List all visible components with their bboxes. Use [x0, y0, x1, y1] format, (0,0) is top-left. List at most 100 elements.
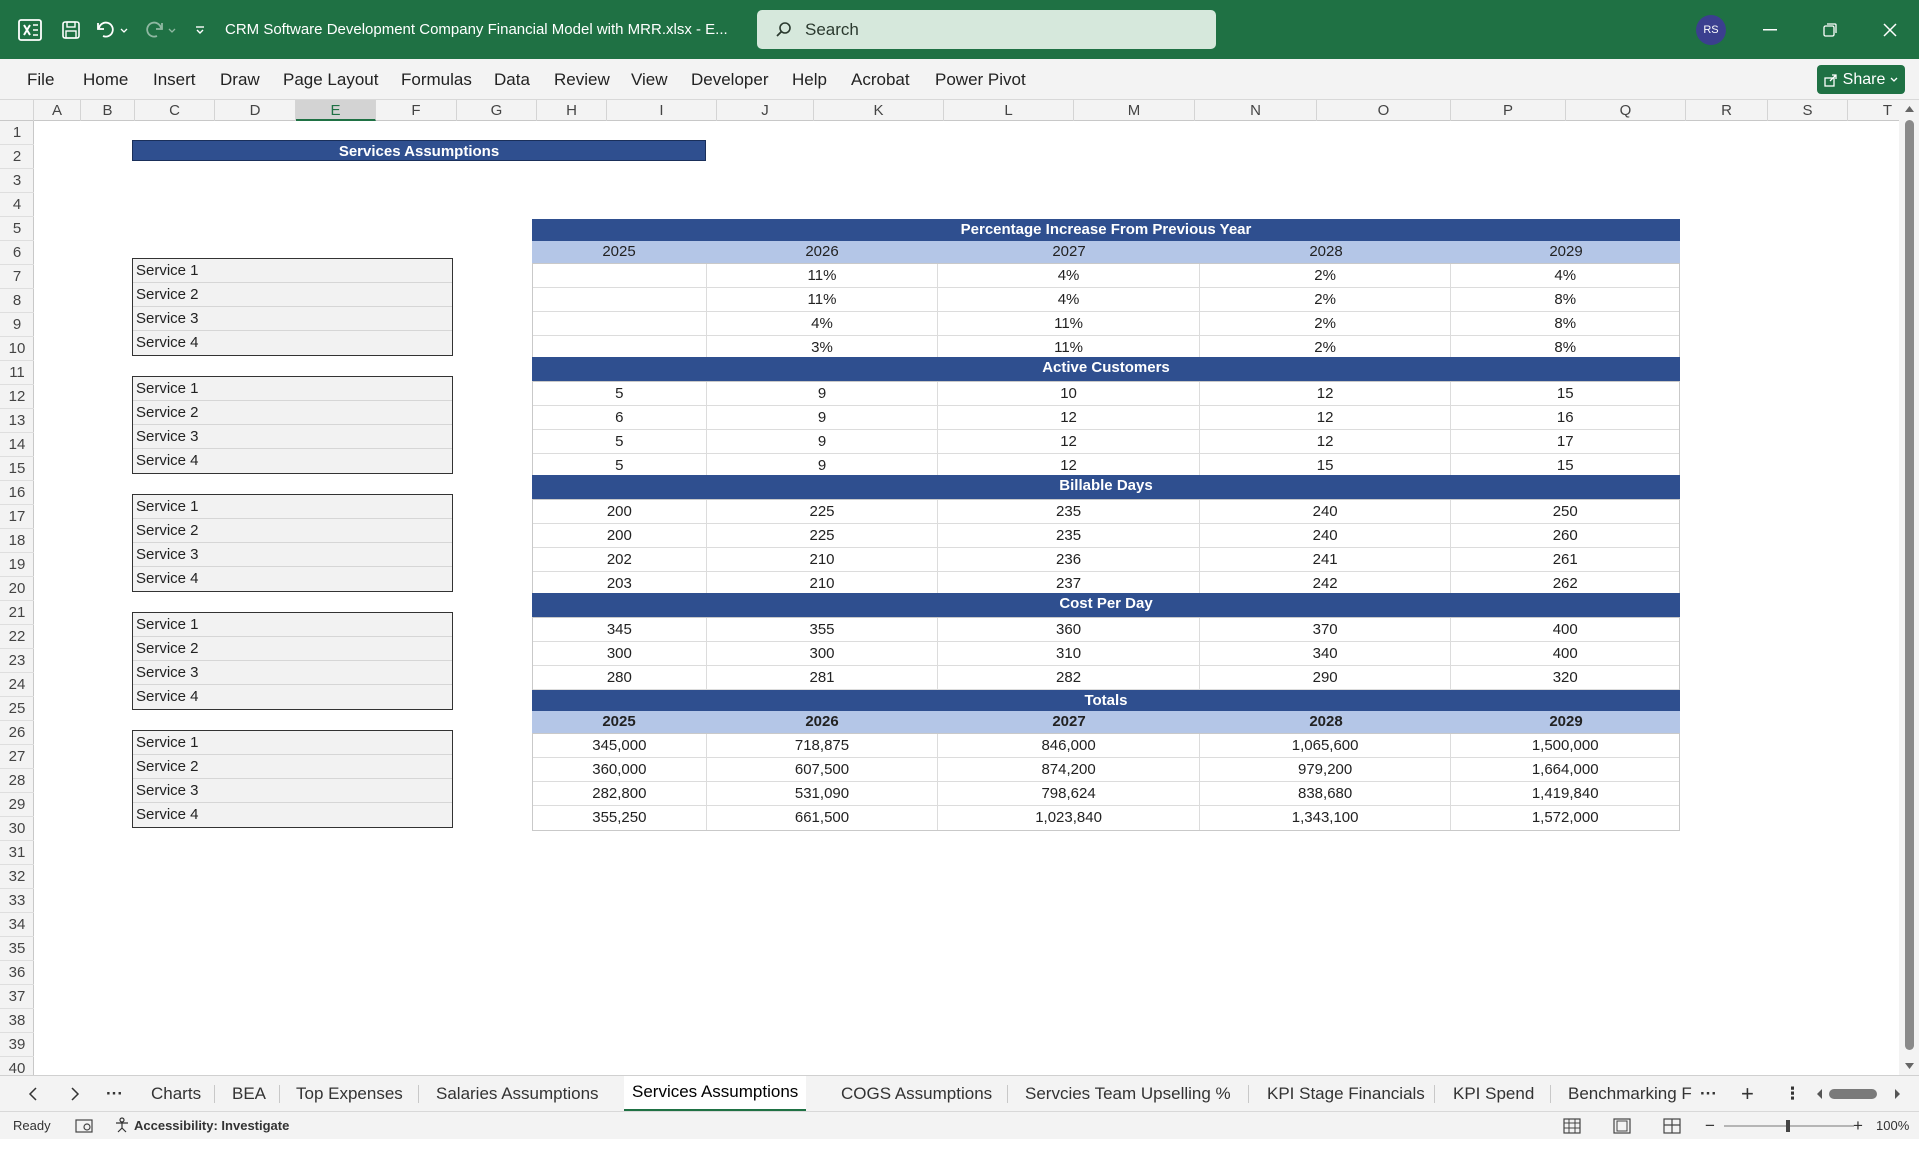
service-label-box[interactable]: Service 1 Service 2 Service 3 Service 4	[132, 730, 453, 828]
table-cell[interactable]: 17	[1451, 430, 1679, 453]
column-header[interactable]: J	[717, 100, 814, 121]
row-header[interactable]: 10	[0, 337, 34, 361]
table-cell[interactable]: 320	[1451, 666, 1679, 689]
service-label-box[interactable]: Service 1 Service 2 Service 3 Service 4	[132, 494, 453, 592]
table-cell[interactable]: 12	[1200, 382, 1452, 405]
avatar[interactable]: RS	[1696, 15, 1726, 45]
service-label[interactable]: Service 4	[133, 803, 452, 827]
table-cell[interactable]: 240	[1200, 500, 1452, 523]
row-header[interactable]: 7	[0, 265, 34, 289]
table-cell[interactable]: 11%	[707, 264, 939, 287]
more-tabs-icon[interactable]: ···	[1700, 1076, 1717, 1112]
table-cell[interactable]: 5	[533, 382, 707, 405]
table-cell[interactable]: 607,500	[707, 758, 939, 781]
row-header[interactable]: 1	[0, 121, 34, 145]
table-cell[interactable]: 345,000	[533, 734, 707, 757]
table-cell[interactable]: 280	[533, 666, 707, 689]
table-cell[interactable]: 235	[938, 500, 1200, 523]
next-sheet-icon[interactable]	[70, 1076, 80, 1112]
sheet-tab-bea[interactable]: BEA	[232, 1076, 266, 1112]
service-label[interactable]: Service 4	[133, 685, 452, 709]
service-label[interactable]: Service 2	[133, 283, 452, 307]
table-cell[interactable]: 241	[1200, 548, 1452, 571]
row-header[interactable]: 3	[0, 169, 34, 193]
year-header-cell[interactable]: 2027	[938, 711, 1200, 733]
table-cell[interactable]: 12	[938, 406, 1200, 429]
year-header-cell[interactable]: 2027	[938, 241, 1200, 263]
column-header[interactable]: B	[81, 100, 135, 121]
table-cell[interactable]: 718,875	[707, 734, 939, 757]
page-layout-view-icon[interactable]	[1613, 1112, 1631, 1140]
table-cell[interactable]: 9	[707, 382, 939, 405]
section-header-active-customers[interactable]: Active Customers	[532, 357, 1680, 381]
column-header[interactable]: O	[1317, 100, 1451, 121]
page-break-view-icon[interactable]	[1663, 1112, 1681, 1140]
table-cell[interactable]: 400	[1451, 618, 1679, 641]
row-header[interactable]: 40	[0, 1057, 34, 1075]
row-header[interactable]: 6	[0, 241, 34, 265]
year-header-cell[interactable]: 2029	[1452, 241, 1680, 263]
table-cell[interactable]: 10	[938, 382, 1200, 405]
table-cell[interactable]: 202	[533, 548, 707, 571]
ribbon-tab-file[interactable]: File	[27, 59, 54, 100]
table-cell[interactable]: 355,250	[533, 806, 707, 830]
table-cell[interactable]: 979,200	[1200, 758, 1452, 781]
section-header-cost-per-day[interactable]: Cost Per Day	[532, 593, 1680, 617]
sheet-tab-charts[interactable]: Charts	[151, 1076, 201, 1112]
row-header[interactable]: 29	[0, 793, 34, 817]
table-cell[interactable]: 281	[707, 666, 939, 689]
table-cell[interactable]	[533, 264, 707, 287]
column-header[interactable]: D	[215, 100, 296, 121]
row-header[interactable]: 20	[0, 577, 34, 601]
table-cell[interactable]: 290	[1200, 666, 1452, 689]
ribbon-tab-insert[interactable]: Insert	[153, 59, 196, 100]
table-cell[interactable]: 400	[1451, 642, 1679, 665]
accessibility-status[interactable]: Accessibility: Investigate	[114, 1112, 289, 1140]
row-header[interactable]: 22	[0, 625, 34, 649]
row-header[interactable]: 4	[0, 193, 34, 217]
service-label[interactable]: Service 4	[133, 331, 452, 355]
table-cell[interactable]: 260	[1451, 524, 1679, 547]
service-label[interactable]: Service 1	[133, 613, 452, 637]
service-label[interactable]: Service 1	[133, 731, 452, 755]
sheet-tab-kpi-stage-financials[interactable]: KPI Stage Financials	[1267, 1076, 1425, 1112]
row-header[interactable]: 8	[0, 289, 34, 313]
table-cell[interactable]: 345	[533, 618, 707, 641]
row-header[interactable]: 25	[0, 697, 34, 721]
row-header[interactable]: 37	[0, 985, 34, 1009]
column-header[interactable]: H	[537, 100, 607, 121]
row-header[interactable]: 38	[0, 1009, 34, 1033]
row-header[interactable]: 35	[0, 937, 34, 961]
select-all-corner[interactable]	[0, 100, 34, 121]
row-header[interactable]: 39	[0, 1033, 34, 1057]
table-cell[interactable]: 200	[533, 500, 707, 523]
row-header[interactable]: 16	[0, 481, 34, 505]
table-cell[interactable]: 261	[1451, 548, 1679, 571]
table-cell[interactable]: 2%	[1200, 288, 1452, 311]
service-label[interactable]: Service 2	[133, 755, 452, 779]
table-cell[interactable]: 282	[938, 666, 1200, 689]
service-label[interactable]: Service 3	[133, 425, 452, 449]
table-cell[interactable]: 310	[938, 642, 1200, 665]
ribbon-tab-developer[interactable]: Developer	[691, 59, 769, 100]
restore-icon[interactable]	[1812, 0, 1848, 59]
share-button[interactable]: Share	[1817, 65, 1905, 94]
table-cell[interactable]	[533, 312, 707, 335]
sheet-tab-cogs-assumptions[interactable]: COGS Assumptions	[841, 1076, 992, 1112]
row-header[interactable]: 32	[0, 865, 34, 889]
column-header[interactable]: R	[1686, 100, 1768, 121]
ribbon-tab-power-pivot[interactable]: Power Pivot	[935, 59, 1026, 100]
table-cell[interactable]: 4%	[938, 264, 1200, 287]
year-header-cell[interactable]: 2025	[532, 711, 706, 733]
prev-sheet-icon[interactable]	[28, 1076, 38, 1112]
add-sheet-icon[interactable]: +	[1741, 1076, 1754, 1112]
zoom-out-icon[interactable]: −	[1705, 1112, 1715, 1140]
macro-record-icon[interactable]	[75, 1112, 93, 1140]
service-label[interactable]: Service 4	[133, 567, 452, 591]
column-header[interactable]: P	[1451, 100, 1566, 121]
table-cell[interactable]: 8%	[1451, 312, 1679, 335]
table-cell[interactable]: 8%	[1451, 288, 1679, 311]
sheet-tab-services-assumptions[interactable]: Services Assumptions	[624, 1076, 807, 1112]
sheet-tab-services-team-upselling[interactable]: Servcies Team Upselling %	[1025, 1076, 1231, 1112]
table-cell[interactable]: 874,200	[938, 758, 1200, 781]
